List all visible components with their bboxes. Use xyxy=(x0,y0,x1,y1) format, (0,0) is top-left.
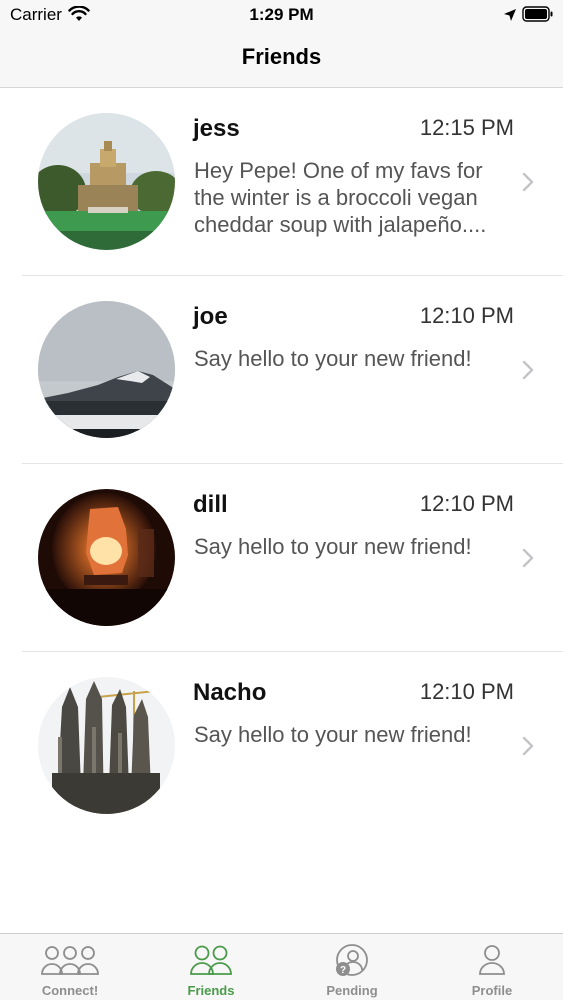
friend-row-nacho[interactable]: Nacho 12:10 PM Say hello to your new fri… xyxy=(0,652,563,840)
tab-label: Profile xyxy=(471,983,513,998)
avatar xyxy=(38,113,175,250)
message-preview: Say hello to your new friend! xyxy=(194,722,472,747)
avatar xyxy=(38,301,175,438)
tab-pending[interactable]: ? Pending xyxy=(282,934,422,1000)
message-preview: Say hello to your new friend! xyxy=(194,346,472,371)
location-icon xyxy=(504,9,516,21)
message-time: 12:10 PM xyxy=(419,679,514,704)
group-icon xyxy=(41,946,99,975)
avatar xyxy=(38,489,175,626)
tab-label: Connect! xyxy=(41,983,99,998)
friend-name: joe xyxy=(193,303,228,330)
chevron-right-icon xyxy=(522,172,534,192)
tab-profile[interactable]: Profile xyxy=(422,934,562,1000)
friend-name: jess xyxy=(193,115,240,142)
tab-friends[interactable]: Friends xyxy=(141,934,281,1000)
battery-icon xyxy=(522,6,553,22)
friend-row-dill[interactable]: dill 12:10 PM Say hello to your new frie… xyxy=(0,464,563,652)
cathedral-photo xyxy=(38,677,175,814)
status-time: 1:29 PM xyxy=(249,5,314,24)
fountain-photo xyxy=(38,113,175,250)
friends-icon xyxy=(190,945,232,975)
message-preview: Hey Pepe! One of my favs for the winter … xyxy=(194,158,487,237)
mountain-photo xyxy=(38,301,175,438)
page-title: Friends xyxy=(241,44,322,69)
pending-user-icon: ? xyxy=(336,944,368,976)
friend-row-joe[interactable]: joe 12:10 PM Say hello to your new frien… xyxy=(0,276,563,464)
tab-label: Friends xyxy=(187,983,235,998)
chevron-right-icon xyxy=(522,736,534,756)
friend-name: dill xyxy=(193,491,228,518)
svg-text:?: ? xyxy=(340,965,346,976)
message-time: 12:15 PM xyxy=(419,115,514,140)
tab-connect[interactable]: Connect! xyxy=(0,934,140,1000)
navigation-bar: Friends xyxy=(0,30,563,88)
friend-row-jess[interactable]: jess 12:15 PM Hey Pepe! One of my favs f… xyxy=(0,88,563,276)
message-preview: Say hello to your new friend! xyxy=(194,534,472,559)
friend-name: Nacho xyxy=(193,679,267,706)
profile-icon xyxy=(479,945,505,975)
message-time: 12:10 PM xyxy=(419,491,514,516)
tab-bar: Connect! Friends ? Pending Profile xyxy=(0,933,563,1000)
chevron-right-icon xyxy=(522,360,534,380)
avatar xyxy=(38,677,175,814)
chevron-right-icon xyxy=(522,548,534,568)
tab-label: Pending xyxy=(326,983,378,998)
status-bar: Carrier 1:29 PM xyxy=(0,0,563,30)
friends-list: jess 12:15 PM Hey Pepe! One of my favs f… xyxy=(0,88,563,840)
message-time: 12:10 PM xyxy=(419,303,514,328)
salt-lamp-photo xyxy=(38,489,175,626)
